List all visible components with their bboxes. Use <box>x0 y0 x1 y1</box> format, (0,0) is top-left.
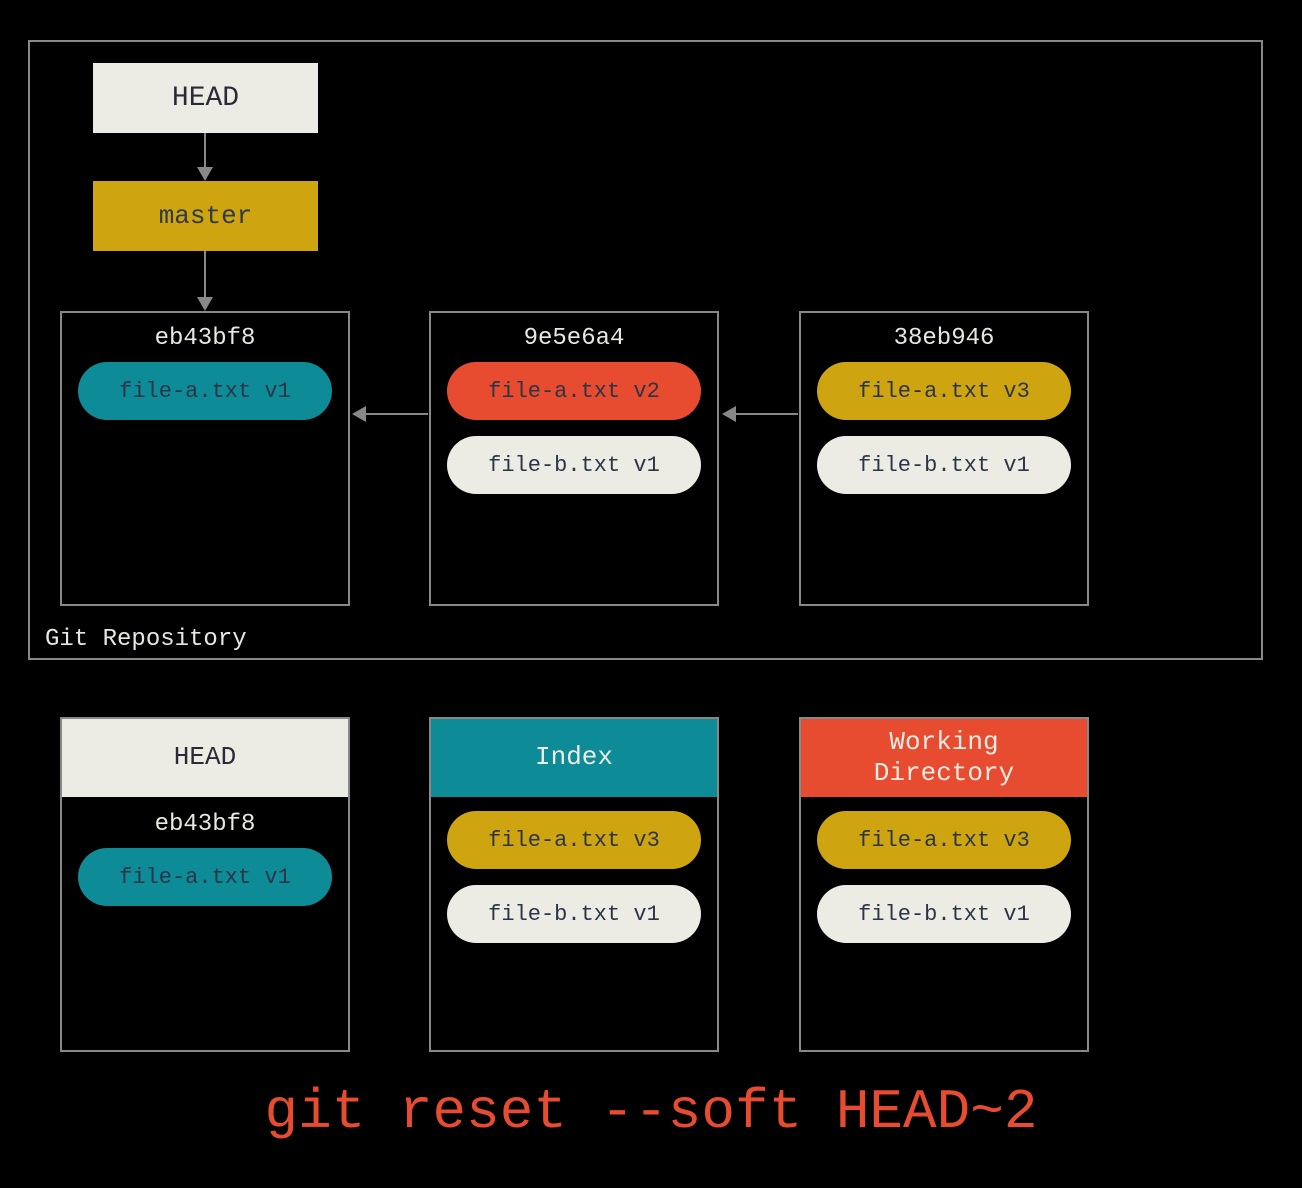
master-branch-box: master <box>93 181 318 251</box>
arrow-master-to-commit-tip <box>197 297 213 311</box>
head-ref-box: HEAD <box>93 63 318 133</box>
commit-2-file-1: file-a.txt v2 <box>447 362 701 420</box>
index-tree-file-1: file-a.txt v3 <box>447 811 701 869</box>
arrow-c2-to-c1 <box>365 413 428 415</box>
workdir-tree-title: WorkingDirectory <box>874 727 1014 789</box>
commit-3-file-1-label: file-a.txt v3 <box>858 379 1030 404</box>
git-command-text: git reset --soft HEAD~2 <box>265 1080 1038 1144</box>
workdir-tree-header: WorkingDirectory <box>801 719 1087 797</box>
workdir-tree-box: WorkingDirectory file-a.txt v3 file-b.tx… <box>799 717 1089 1052</box>
diagram-canvas: Git Repository HEAD master eb43bf8 file-… <box>20 20 1282 1168</box>
index-tree-box: Index file-a.txt v3 file-b.txt v1 <box>429 717 719 1052</box>
commit-box-3: 38eb946 file-a.txt v3 file-b.txt v1 <box>799 311 1089 606</box>
master-branch-label: master <box>159 201 253 231</box>
arrow-c3-to-c2-tip <box>722 406 736 422</box>
commit-box-2: 9e5e6a4 file-a.txt v2 file-b.txt v1 <box>429 311 719 606</box>
head-tree-box: HEAD eb43bf8 file-a.txt v1 <box>60 717 350 1052</box>
commit-3-file-2-label: file-b.txt v1 <box>858 453 1030 478</box>
head-tree-file-1: file-a.txt v1 <box>78 848 332 906</box>
head-tree-file-1-label: file-a.txt v1 <box>119 865 291 890</box>
commit-hash-2: 9e5e6a4 <box>431 313 717 362</box>
commit-hash-3: 38eb946 <box>801 313 1087 362</box>
commit-1-file-1-label: file-a.txt v1 <box>119 379 291 404</box>
index-tree-title: Index <box>535 742 613 773</box>
head-tree-title: HEAD <box>174 742 236 773</box>
commit-3-file-2: file-b.txt v1 <box>817 436 1071 494</box>
head-ref-label: HEAD <box>172 83 239 114</box>
workdir-tree-file-2: file-b.txt v1 <box>817 885 1071 943</box>
commit-2-file-2: file-b.txt v1 <box>447 436 701 494</box>
commit-box-1: eb43bf8 file-a.txt v1 <box>60 311 350 606</box>
index-tree-file-2: file-b.txt v1 <box>447 885 701 943</box>
index-tree-file-1-label: file-a.txt v3 <box>488 828 660 853</box>
git-repository-label: Git Repository <box>45 626 247 653</box>
arrow-master-to-commit <box>204 251 206 299</box>
arrow-c3-to-c2 <box>735 413 798 415</box>
git-command: git reset --soft HEAD~2 <box>20 1080 1282 1144</box>
head-tree-hash: eb43bf8 <box>62 797 348 848</box>
commit-2-file-1-label: file-a.txt v2 <box>488 379 660 404</box>
commit-3-file-1: file-a.txt v3 <box>817 362 1071 420</box>
index-tree-header: Index <box>431 719 717 797</box>
commit-1-file-1: file-a.txt v1 <box>78 362 332 420</box>
commit-2-file-2-label: file-b.txt v1 <box>488 453 660 478</box>
workdir-tree-file-1: file-a.txt v3 <box>817 811 1071 869</box>
workdir-tree-file-2-label: file-b.txt v1 <box>858 902 1030 927</box>
head-tree-header: HEAD <box>62 719 348 797</box>
arrow-c2-to-c1-tip <box>352 406 366 422</box>
index-tree-file-2-label: file-b.txt v1 <box>488 902 660 927</box>
workdir-tree-file-1-label: file-a.txt v3 <box>858 828 1030 853</box>
commit-hash-1: eb43bf8 <box>62 313 348 362</box>
arrow-head-to-master-tip <box>197 167 213 181</box>
arrow-head-to-master <box>204 133 206 169</box>
